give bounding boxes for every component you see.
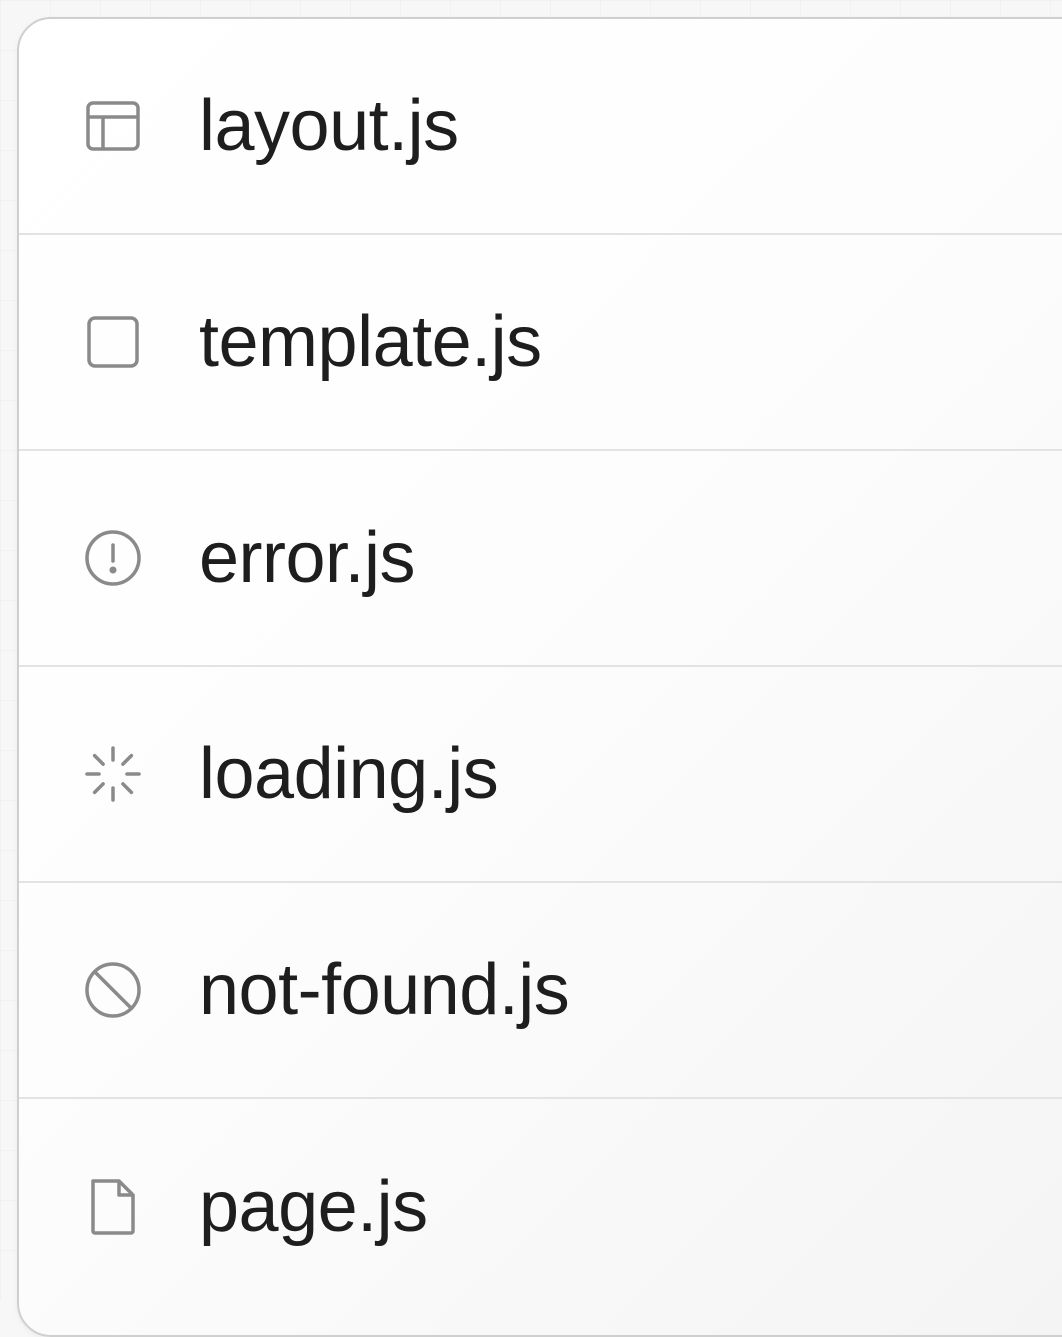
file-row-not-found[interactable]: not-found.js [19, 883, 1062, 1099]
square-icon [81, 310, 145, 374]
file-name: template.js [199, 302, 542, 382]
file-row-template[interactable]: template.js [19, 235, 1062, 451]
file-row-error[interactable]: error.js [19, 451, 1062, 667]
file-row-page[interactable]: page.js [19, 1099, 1062, 1315]
ban-icon [81, 958, 145, 1022]
file-row-loading[interactable]: loading.js [19, 667, 1062, 883]
file-list: layout.js template.js error.js loading.j… [17, 17, 1062, 1337]
loader-icon [81, 742, 145, 806]
file-name: error.js [199, 518, 416, 598]
file-icon [81, 1175, 145, 1239]
file-name: not-found.js [199, 950, 570, 1030]
alert-circle-icon [81, 526, 145, 590]
file-name: layout.js [199, 86, 459, 166]
layout-icon [81, 94, 145, 158]
file-row-layout[interactable]: layout.js [19, 19, 1062, 235]
file-name: page.js [199, 1167, 428, 1247]
file-name: loading.js [199, 734, 499, 814]
